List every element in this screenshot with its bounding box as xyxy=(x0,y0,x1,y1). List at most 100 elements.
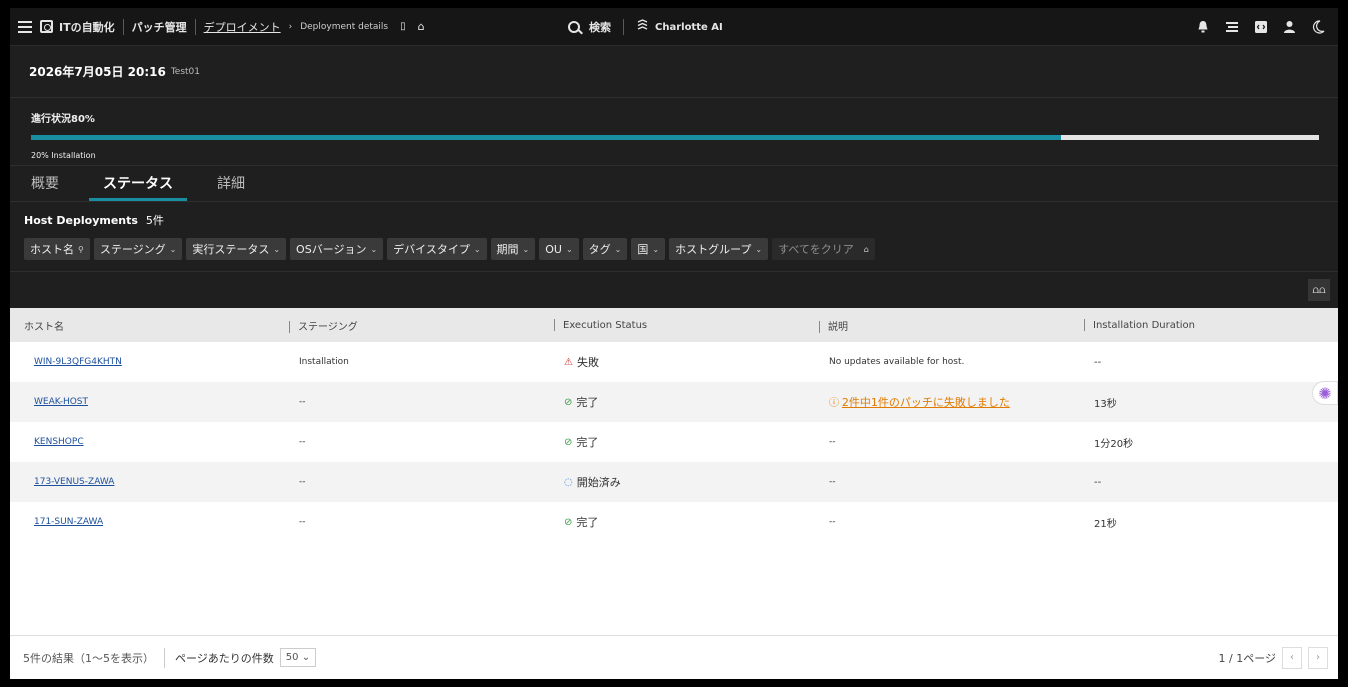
filter-label: ホストグループ xyxy=(675,243,752,256)
filter-bar: ホスト名 ⚲ ステージング ⌄ 実行ステータス ⌄ OSバージョン ⌄ デバイスタイプ ⌄… xyxy=(24,238,1324,260)
host-link[interactable]: WIN-9L3QFG4KHTN xyxy=(34,357,122,367)
breadcrumb-app[interactable]: ITの自動化 xyxy=(59,19,115,35)
deployment-header: 2026年7月05日 20:16 Test01 xyxy=(10,46,1338,98)
filter-label: ホスト名 xyxy=(30,243,74,256)
table-toolbar: ⩍⩍ xyxy=(10,272,1338,308)
previous-page-button[interactable]: ‹ xyxy=(1282,646,1302,669)
filter-label: 実行ステータス xyxy=(192,243,270,256)
warning-triangle-icon: ⚠ xyxy=(564,356,573,368)
chevron-down-icon: ⌄ xyxy=(565,244,573,254)
lock-icon: ⌂ xyxy=(863,244,869,254)
filter-hostname[interactable]: ホスト名 ⚲ xyxy=(24,238,90,260)
search-button[interactable]: 検索 xyxy=(568,19,611,35)
chevron-down-icon: ⌄ xyxy=(755,244,763,254)
status-text: 完了 xyxy=(576,436,599,449)
tab-details[interactable]: 詳細 xyxy=(217,173,245,201)
charlotte-ai-icon xyxy=(636,19,649,35)
filter-device-type[interactable]: デバイスタイプ ⌄ xyxy=(387,238,487,260)
column-header-staging[interactable]: ステージング xyxy=(275,308,540,342)
breadcrumb-current: Deployment details xyxy=(300,21,389,32)
code-icon[interactable] xyxy=(1253,19,1268,34)
it-automation-icon xyxy=(40,20,53,33)
breadcrumb-divider xyxy=(194,18,196,35)
tasks-icon[interactable] xyxy=(1224,19,1239,34)
staging-text: -- xyxy=(299,397,306,407)
host-link[interactable]: WEAK-HOST xyxy=(34,397,88,407)
menu-icon[interactable] xyxy=(18,20,32,33)
charlotte-ai-label: Charlotte AI xyxy=(655,21,723,33)
filter-country[interactable]: 国 ⌄ xyxy=(631,238,666,260)
host-link[interactable]: KENSHOPC xyxy=(34,437,84,447)
assistant-floating-button[interactable]: ✺ xyxy=(1312,381,1338,405)
column-settings-button[interactable]: ⩍⩍ xyxy=(1308,279,1330,301)
progress-bar-fill xyxy=(31,135,1062,140)
filter-host-group[interactable]: ホストグループ ⌄ xyxy=(669,238,769,260)
topbar-actions xyxy=(1195,19,1330,34)
staging-text: -- xyxy=(299,477,306,487)
host-deployments-label: Host Deployments xyxy=(24,213,138,227)
filter-label: OU xyxy=(545,242,562,256)
charlotte-ai-button[interactable]: Charlotte AI xyxy=(636,19,723,35)
warning-circle-icon: ⓘ xyxy=(829,398,839,409)
filter-period[interactable]: 期間 ⌄ xyxy=(490,238,536,260)
column-header-installation-duration[interactable]: Installation Duration xyxy=(1070,308,1338,342)
filter-staging[interactable]: ステージング ⌄ xyxy=(93,238,183,260)
results-summary: 5件の結果（1〜5を表示） xyxy=(23,651,154,665)
progress-sub-label: 20% Installation xyxy=(31,151,96,160)
execution-status: ⚠ 失敗 xyxy=(564,354,805,370)
next-page-button[interactable]: › xyxy=(1308,646,1328,669)
home-icon[interactable]: ⌂ xyxy=(418,20,425,33)
filter-execution-status[interactable]: 実行ステータス ⌄ xyxy=(186,238,287,260)
chevron-down-icon: ⌄ xyxy=(652,244,660,254)
staging-text: Installation xyxy=(299,357,349,367)
host-deployments-count: 5件 xyxy=(145,214,164,227)
status-text: 開始済み xyxy=(576,476,621,489)
execution-status: ⊘ 完了 xyxy=(564,394,805,410)
filter-label: タグ xyxy=(588,243,611,256)
patch-failure-link[interactable]: 2件中1件のパッチに失敗しました xyxy=(842,396,1010,409)
chevron-down-icon: ⌄ xyxy=(522,244,530,254)
column-header-description[interactable]: 説明 xyxy=(805,308,1070,342)
progress-section: 進行状況80% 20% Installation xyxy=(10,98,1338,166)
chevron-down-icon: ⌄ xyxy=(273,244,281,254)
tab-bar: 概要 ステータス 詳細 xyxy=(10,166,1338,202)
check-circle-icon: ⊘ xyxy=(564,516,573,528)
dark-mode-moon-icon[interactable] xyxy=(1311,19,1326,34)
filter-ou[interactable]: OU ⌄ xyxy=(539,238,579,260)
filter-label: 期間 xyxy=(496,243,519,256)
clear-all-filters-button[interactable]: すべてをクリア ⌂ xyxy=(772,238,875,260)
execution-status: ◌ 開始済み xyxy=(564,474,805,490)
columns-icon: ⩍⩍ xyxy=(1312,284,1326,296)
tab-status[interactable]: ステータス xyxy=(89,173,187,201)
filter-os-version[interactable]: OSバージョン ⌄ xyxy=(290,238,384,260)
breadcrumb-deployments-link[interactable]: デプロイメント xyxy=(204,19,281,35)
notifications-bell-icon[interactable] xyxy=(1195,19,1210,34)
duration-text: 1分20秒 xyxy=(1094,438,1134,450)
duration-text: -- xyxy=(1094,356,1102,368)
staging-text: -- xyxy=(299,517,306,527)
status-text: 失敗 xyxy=(576,356,599,369)
user-profile-icon[interactable] xyxy=(1282,19,1297,34)
bookmark-icon[interactable]: ▯ xyxy=(400,21,406,32)
duration-text: 13秒 xyxy=(1094,398,1117,410)
search-label: 検索 xyxy=(589,21,611,34)
host-deployments-table-container: ホスト名 ステージング Execution Status 説明 Installa… xyxy=(10,308,1338,679)
search-divider xyxy=(623,19,624,35)
table-footer: 5件の結果（1〜5を表示） ページあたりの件数 50 ⌄ 1 / 1ページ ‹ … xyxy=(10,635,1338,679)
host-link[interactable]: 173-VENUS-ZAWA xyxy=(34,477,114,487)
filter-tag[interactable]: タグ ⌄ xyxy=(582,238,628,260)
top-navigation-bar: ITの自動化 パッチ管理 デプロイメント › Deployment detail… xyxy=(10,8,1338,46)
check-circle-icon: ⊘ xyxy=(564,436,573,448)
host-link[interactable]: 171-SUN-ZAWA xyxy=(34,517,103,527)
search-icon xyxy=(568,21,580,33)
column-header-hostname[interactable]: ホスト名 xyxy=(10,308,275,342)
column-header-execution-status[interactable]: Execution Status xyxy=(540,308,805,342)
chevron-down-icon: ⌄ xyxy=(370,244,378,254)
description-text: No updates available for host. xyxy=(829,357,965,367)
breadcrumb-section[interactable]: パッチ管理 xyxy=(132,19,187,35)
tab-overview[interactable]: 概要 xyxy=(31,173,59,201)
per-page-select[interactable]: 50 ⌄ xyxy=(279,648,317,667)
assistant-icon: ✺ xyxy=(1318,383,1332,403)
loading-circle-icon: ◌ xyxy=(564,476,573,488)
table-row: KENSHOPC -- ⊘ 完了 -- 1分20秒 xyxy=(10,422,1338,462)
